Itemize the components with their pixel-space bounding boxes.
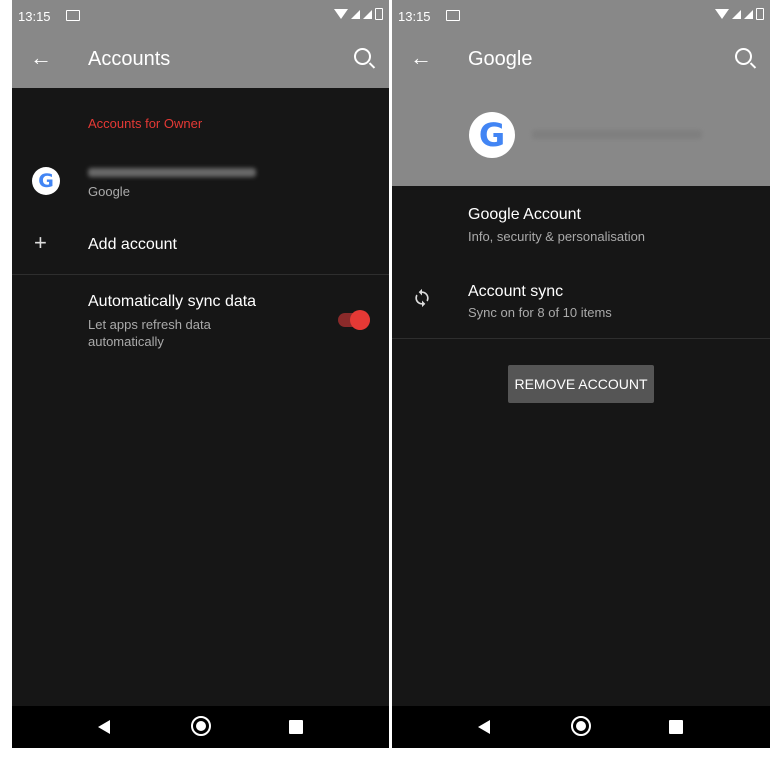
- google-logo-icon: G: [32, 167, 60, 195]
- google-account-screen: 13:15 ← Google G Google Account Info, se…: [392, 0, 770, 748]
- status-bar: 13:15: [12, 0, 389, 32]
- redacted-account-email: [532, 130, 702, 139]
- account-sync-title: Account sync: [468, 283, 564, 300]
- account-row-google[interactable]: G Google: [12, 150, 389, 212]
- remove-account-button[interactable]: REMOVE ACCOUNT: [508, 365, 654, 403]
- status-time: 13:15: [18, 9, 51, 24]
- nav-recents-icon[interactable]: [669, 720, 683, 734]
- signal-icon: [351, 9, 360, 19]
- nav-back-icon[interactable]: [478, 720, 490, 734]
- add-account-label: Add account: [88, 236, 177, 253]
- google-account-row[interactable]: Google Account Info, security & personal…: [392, 196, 770, 258]
- search-icon[interactable]: [354, 48, 371, 65]
- nav-recents-icon[interactable]: [289, 720, 303, 734]
- google-account-subtitle: Info, security & personalisation: [468, 229, 646, 244]
- account-provider: Google: [88, 184, 130, 199]
- account-sync-subtitle: Sync on for 8 of 10 items: [468, 305, 612, 320]
- auto-sync-row[interactable]: Automatically sync data Let apps refresh…: [12, 280, 389, 360]
- status-time: 13:15: [398, 9, 431, 24]
- accounts-screen: 13:15 ← Accounts Accounts for Owner G Go…: [12, 0, 389, 748]
- navigation-bar: [12, 706, 389, 748]
- auto-sync-toggle[interactable]: [338, 310, 370, 330]
- status-bar: 13:15: [392, 0, 770, 32]
- sync-icon: [415, 288, 429, 308]
- app-bar: ← Accounts: [12, 32, 389, 88]
- auto-sync-subtitle-1: Let apps refresh data: [88, 317, 211, 332]
- signal-icon: [744, 9, 753, 19]
- google-logo-icon: G: [469, 112, 515, 158]
- battery-icon: [756, 8, 764, 20]
- add-account-row[interactable]: + Add account: [12, 218, 389, 272]
- nav-back-icon[interactable]: [98, 720, 110, 734]
- account-sync-row[interactable]: Account sync Sync on for 8 of 10 items: [392, 272, 770, 334]
- plus-icon: +: [34, 230, 47, 255]
- back-arrow-icon[interactable]: ←: [30, 46, 52, 70]
- signal-icon: [732, 9, 741, 19]
- nav-home-icon[interactable]: [571, 716, 591, 736]
- page-title: Google: [468, 48, 533, 70]
- search-icon[interactable]: [735, 48, 752, 65]
- system-icons: [334, 8, 383, 20]
- page-title: Accounts: [88, 48, 171, 70]
- back-arrow-icon[interactable]: ←: [410, 46, 432, 70]
- nav-home-icon[interactable]: [191, 716, 211, 736]
- section-header: Accounts for Owner: [88, 116, 203, 131]
- system-icons: [715, 8, 764, 20]
- image-notification-icon: [446, 10, 460, 21]
- redacted-account-email: [88, 168, 256, 177]
- wifi-icon: [334, 9, 348, 19]
- auto-sync-title: Automatically sync data: [88, 293, 257, 310]
- toggle-knob: [350, 310, 370, 330]
- battery-icon: [375, 8, 383, 20]
- divider: [12, 274, 389, 275]
- signal-icon: [363, 9, 372, 19]
- navigation-bar: [392, 706, 770, 748]
- app-bar: ← Google G: [392, 32, 770, 186]
- auto-sync-subtitle-2: automatically: [88, 334, 164, 349]
- divider: [392, 338, 770, 339]
- google-account-title: Google Account: [468, 206, 581, 223]
- image-notification-icon: [66, 10, 80, 21]
- wifi-icon: [715, 9, 729, 19]
